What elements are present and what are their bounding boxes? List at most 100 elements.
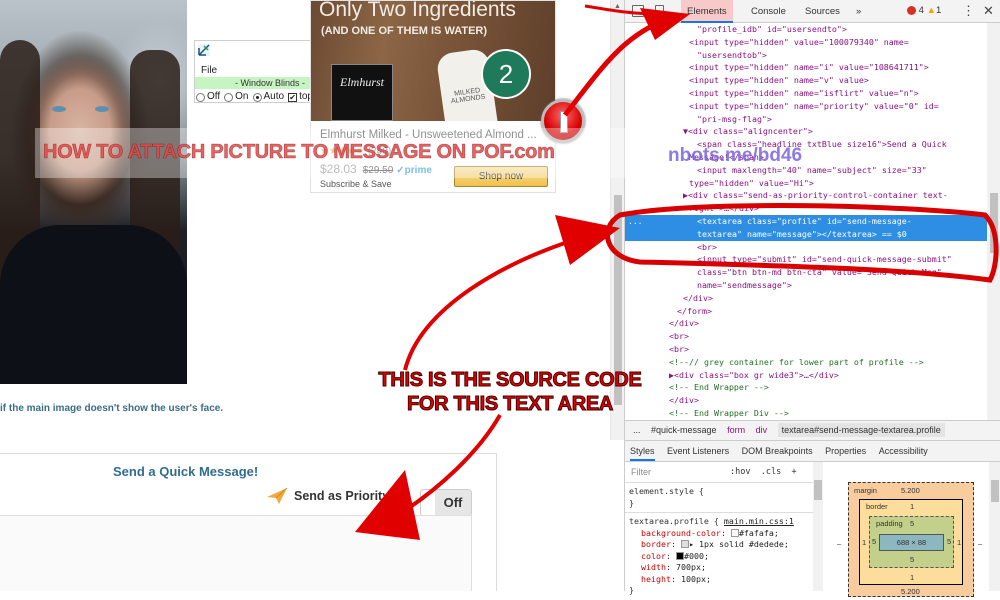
css-property[interactable]: height: 100px; <box>629 574 809 586</box>
profile-photo[interactable] <box>0 0 187 384</box>
tab-more[interactable]: » <box>850 0 867 23</box>
radio-auto-label: Auto <box>263 91 285 102</box>
message-textarea[interactable] <box>0 515 472 591</box>
css-property[interactable]: width: 700px; <box>629 562 809 574</box>
box-model-content[interactable]: 688 × 88 <box>879 534 944 551</box>
rule-source-link[interactable]: main.min.css:1 <box>724 516 794 526</box>
dom-node-line[interactable]: <!--// grey container for lower part of … <box>625 356 987 369</box>
filter-controls: :hov .cls + <box>730 467 797 477</box>
dom-node-line[interactable]: </div> <box>625 292 987 305</box>
dom-node-line[interactable]: right">…</div> <box>625 202 987 215</box>
warning-icon: ▲ <box>926 5 936 16</box>
box-model-scrollbar-thumb[interactable] <box>991 480 999 502</box>
dom-node-line[interactable]: <!-- End Wrapper Div --> <box>625 407 987 420</box>
dom-node-line[interactable]: ▶<div class="box gr wide3">…</div> <box>625 369 987 382</box>
dom-node-line[interactable]: <input type="hidden" value="100079340" n… <box>625 36 987 49</box>
ad-image[interactable]: Only Two Ingredients (AND ONE OF THEM IS… <box>311 1 555 121</box>
dom-node-line[interactable]: <input type="hidden" name="i" value="108… <box>625 61 987 74</box>
hov-toggle[interactable]: :hov <box>730 467 750 477</box>
css-property[interactable]: color: #000; <box>629 551 809 563</box>
dom-node-line[interactable]: ▶<div class="send-as-priority-control-co… <box>625 189 987 202</box>
css-property-name: width <box>641 562 666 572</box>
color-swatch-icon[interactable] <box>680 540 689 548</box>
color-swatch-icon[interactable] <box>730 528 739 537</box>
subtab-dom-breakpoints[interactable]: DOM Breakpoints <box>742 446 813 456</box>
dom-node-line[interactable]: "usersendtob"> <box>625 49 987 62</box>
dom-node-selected[interactable]: <textarea class="profile" id="send-messa… <box>625 214 987 228</box>
box-model-scrollbar[interactable] <box>989 462 1000 591</box>
dom-node-line[interactable]: <!-- End Wrapper --> <box>625 381 987 394</box>
radio-off[interactable]: Off <box>196 91 220 103</box>
box-model-margin[interactable]: margin 5.200 – – 5.200 border 1 1 1 1 pa… <box>837 482 982 597</box>
dom-node-line[interactable]: <br> <box>625 343 987 356</box>
tab-elements[interactable]: Elements <box>681 0 733 23</box>
styles-scrollbar-thumb[interactable] <box>814 480 822 500</box>
more-options-icon[interactable]: ⋮ <box>962 3 975 19</box>
caption-line-2: FOR THIS TEXT AREA <box>406 393 614 416</box>
tab-console[interactable]: Console <box>745 0 792 23</box>
dom-node-line[interactable]: <br> <box>625 330 987 343</box>
quick-message-panel: Send a Quick Message! Send as Priority O… <box>0 453 497 591</box>
css-property[interactable]: border: ▸ 1px solid #dedede; <box>629 539 809 551</box>
device-toolbar-icon[interactable] <box>655 5 664 17</box>
subtab-properties[interactable]: Properties <box>825 446 866 456</box>
ad-bottle-text: MILKED ALMONDS <box>450 87 486 106</box>
dom-node-line[interactable]: <br> <box>625 241 987 254</box>
dom-node-line[interactable]: </div> <box>625 317 987 330</box>
color-swatch-icon[interactable] <box>675 551 684 560</box>
dom-tree-scrollbar[interactable] <box>987 23 1000 420</box>
breadcrumb-ellipsis[interactable]: ... <box>633 425 641 435</box>
dom-node-line[interactable]: ▼<div class="aligncenter"> <box>625 125 987 138</box>
error-icon <box>907 5 916 15</box>
dom-node-line[interactable]: <input type="hidden" name="v" value> <box>625 74 987 87</box>
dom-tree-scrollbar-thumb[interactable] <box>990 193 998 253</box>
styles-scrollbar[interactable] <box>813 462 823 591</box>
dom-node-line[interactable]: class="btn btn-md btn-cta" value="Send Q… <box>625 266 987 279</box>
element-style-rule[interactable]: element.style { } <box>625 483 813 513</box>
radio-off-circle[interactable] <box>196 92 205 102</box>
breadcrumb-form[interactable]: form <box>727 425 745 435</box>
web-page: ✕ File - Window Blinds - Off On Auto ✔to… <box>0 0 610 591</box>
dom-node-line[interactable]: <input type="submit" id="send-quick-mess… <box>625 253 987 266</box>
radio-auto[interactable]: Auto <box>252 91 285 103</box>
subtab-styles[interactable]: Styles <box>630 446 655 461</box>
dom-node-line[interactable]: "profile_idb" id="usersendto"> <box>625 23 987 36</box>
tab-sources[interactable]: Sources <box>799 0 846 23</box>
radio-on-circle[interactable] <box>224 92 234 102</box>
css-property-value: ▸ 1px solid #dedede; <box>688 539 789 549</box>
cls-toggle[interactable]: .cls <box>761 467 781 477</box>
filter-input[interactable]: Filter <box>631 467 651 477</box>
dom-node-selected[interactable]: textarea" name="message"></textarea> == … <box>625 227 987 241</box>
devtools-tabbar: Elements Console Sources » 4 ▲1 ⋮ ✕ <box>625 0 1000 23</box>
dom-node-line[interactable]: "pri-msg-flag"> <box>625 113 987 126</box>
selected-node-menu-icon[interactable]: ... <box>628 216 642 229</box>
css-property-name: color <box>641 550 666 561</box>
inspect-element-icon[interactable] <box>632 5 644 17</box>
css-property[interactable]: background-color: #fafafa; <box>629 528 809 540</box>
error-count: 4 <box>918 5 924 16</box>
breadcrumb-div[interactable]: div <box>756 425 768 435</box>
dom-node-line[interactable]: <input type="hidden" name="isflirt" valu… <box>625 87 987 100</box>
scroll-up-arrow-icon[interactable]: ▲ <box>614 3 621 10</box>
box-model-padding[interactable]: padding 5 5 5 5 688 × 88 <box>869 516 954 568</box>
radio-on[interactable]: On <box>224 91 249 103</box>
add-rule-button[interactable]: + <box>791 467 796 477</box>
dom-node-line[interactable]: </div> <box>625 394 987 407</box>
priority-toggle[interactable]: Off <box>420 489 472 517</box>
breadcrumb-quick-message[interactable]: #quick-message <box>651 425 717 435</box>
dom-node-line[interactable]: </form> <box>625 305 987 318</box>
subtab-event-listeners[interactable]: Event Listeners <box>667 446 729 456</box>
dom-node-line[interactable]: type="hidden" value="Hi"> <box>625 177 987 190</box>
radio-auto-circle[interactable] <box>252 92 262 102</box>
subtab-accessibility[interactable]: Accessibility <box>879 446 928 456</box>
error-warning-counter[interactable]: 4 ▲1 <box>907 5 941 16</box>
menu-file[interactable]: File <box>201 65 217 76</box>
dom-node-line[interactable]: name="sendmessage"> <box>625 279 987 292</box>
close-devtools-icon[interactable]: ✕ <box>983 3 994 19</box>
photo-eye-left <box>52 106 66 112</box>
textarea-profile-rule[interactable]: textarea.profile { main.min.css:1 backgr… <box>625 513 813 600</box>
breadcrumb-textarea[interactable]: textarea#send-message-textarea.profile <box>777 423 945 437</box>
dom-node-line[interactable]: <input type="hidden" name="priority" val… <box>625 100 987 113</box>
box-model-border[interactable]: border 1 1 1 1 padding 5 5 5 5 688 × 88 <box>859 499 963 585</box>
checkbox-checked-icon[interactable]: ✔ <box>288 92 298 102</box>
